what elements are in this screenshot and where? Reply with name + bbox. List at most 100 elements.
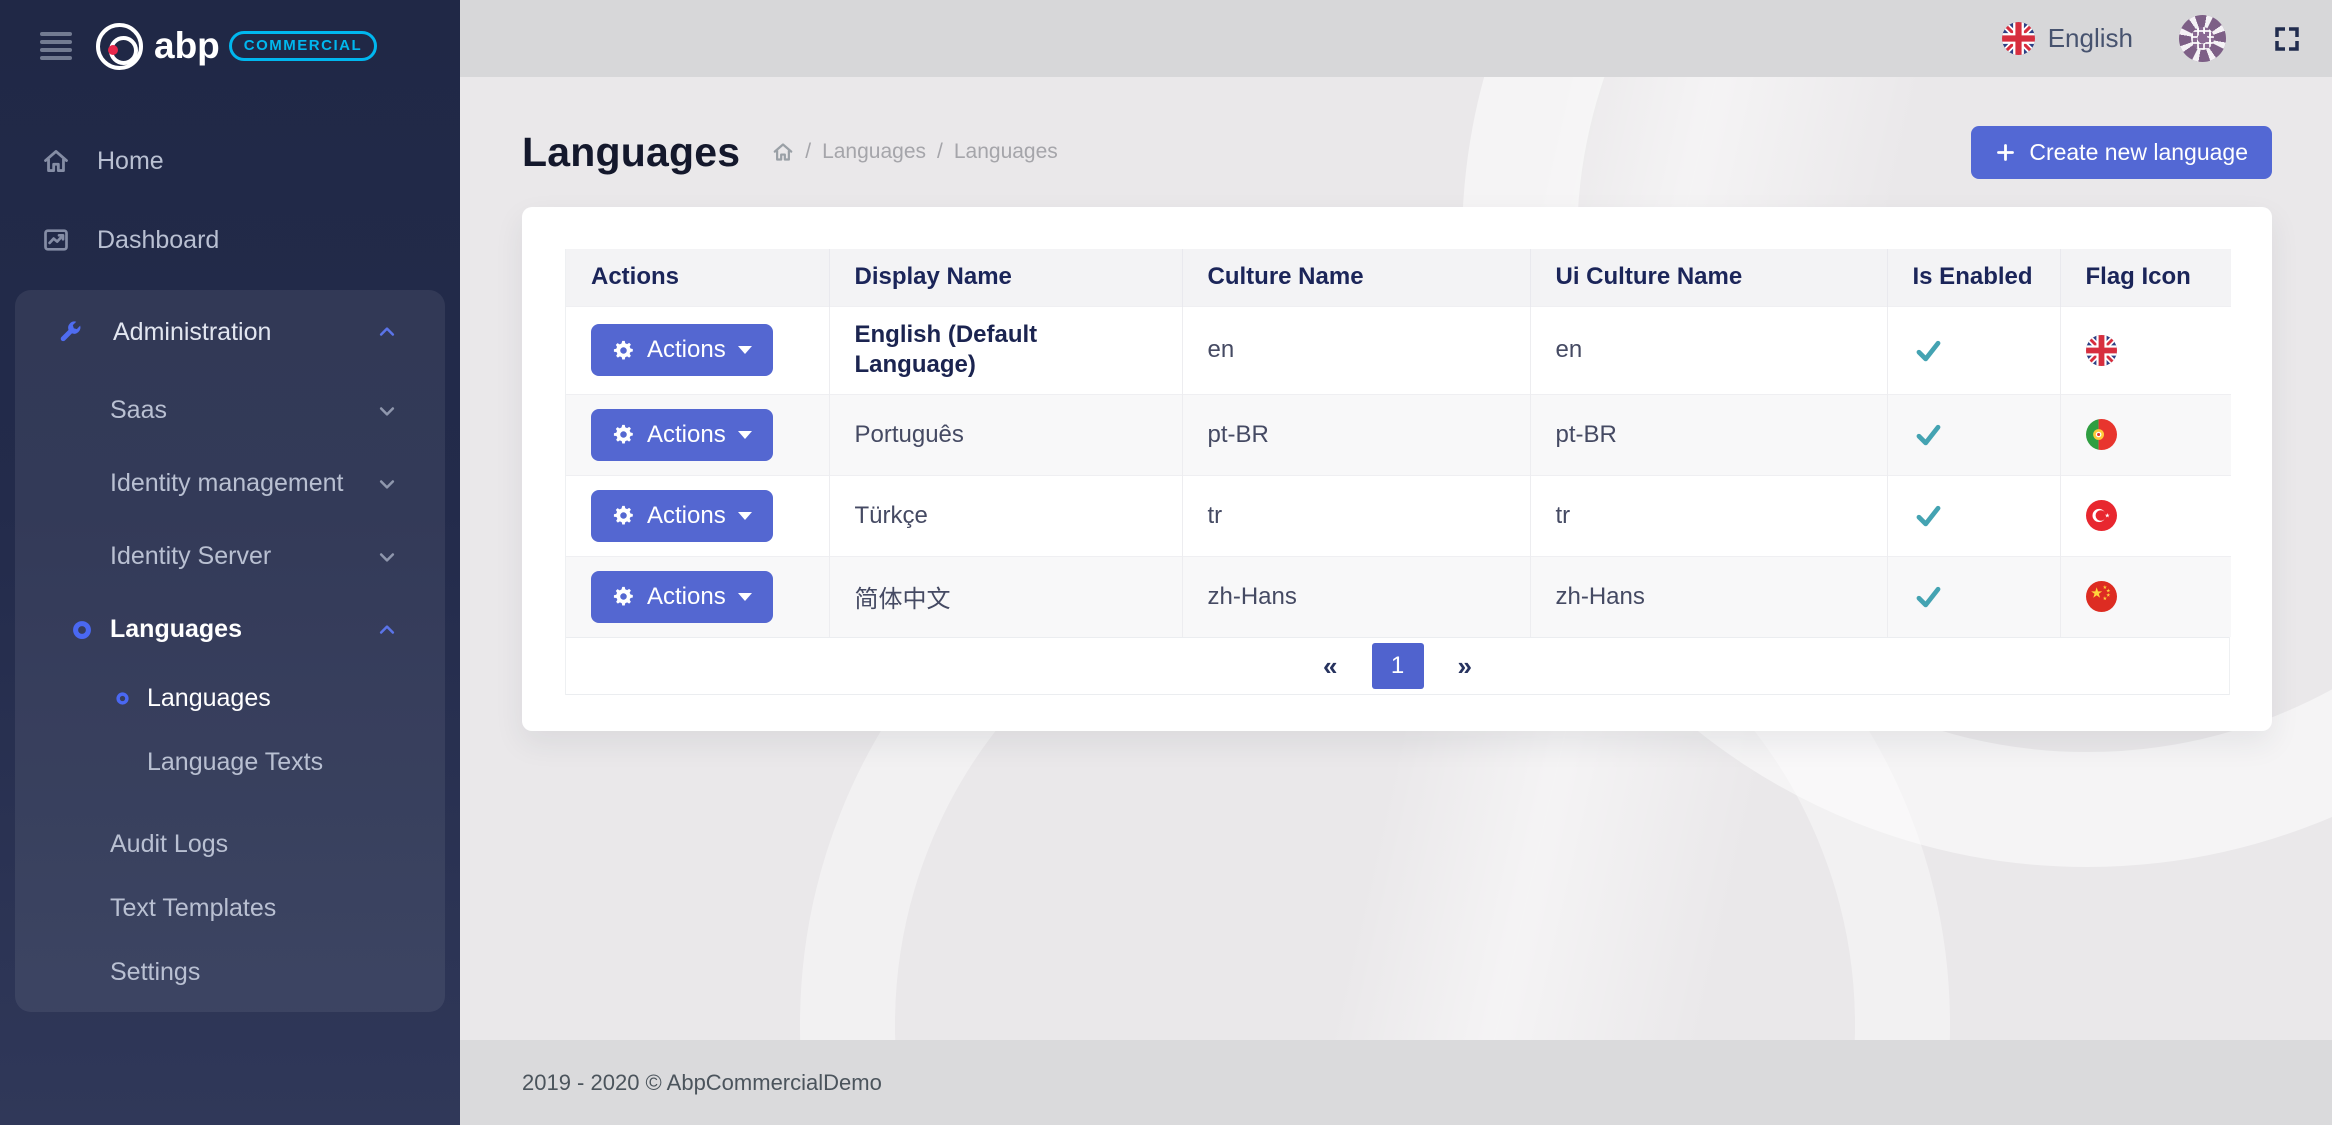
sidebar-item-label: Saas	[110, 396, 167, 425]
sidebar-item-language-texts[interactable]: Language Texts	[15, 730, 445, 794]
circle-dot-icon	[71, 619, 93, 641]
enabled-check-icon	[1913, 337, 1944, 364]
ui-culture-name-cell: zh-Hans	[1530, 556, 1887, 637]
sidebar-item-label: Languages	[147, 684, 271, 713]
gear-icon	[612, 504, 635, 527]
row-actions-button[interactable]: Actions	[591, 324, 773, 376]
chevron-down-icon	[377, 401, 397, 421]
table-row: Actions 简体中文 zh-Hans zh-Hans	[566, 556, 2231, 637]
enabled-check-icon	[1913, 502, 1944, 529]
row-actions-button[interactable]: Actions	[591, 571, 773, 623]
dashboard-chart-icon	[42, 226, 70, 254]
chevron-up-icon	[377, 322, 397, 342]
sidebar-item-home[interactable]: Home	[0, 132, 460, 190]
caret-down-icon	[738, 431, 752, 439]
breadcrumb-home-icon[interactable]	[772, 141, 794, 163]
sidebar-item-settings[interactable]: Settings	[15, 940, 445, 1004]
languages-card: Actions Display Name Culture Name Ui Cul…	[522, 207, 2272, 731]
actions-button-label: Actions	[647, 336, 726, 364]
gear-icon	[612, 585, 635, 608]
table-header-row: Actions Display Name Culture Name Ui Cul…	[566, 249, 2231, 306]
uk-flag-icon	[2002, 22, 2035, 55]
sidebar-item-label: Settings	[110, 958, 200, 987]
sidebar-item-dashboard[interactable]: Dashboard	[0, 211, 460, 269]
sidebar-item-label: Administration	[113, 318, 271, 347]
nav-divider	[15, 794, 445, 812]
china-flag-icon	[2086, 581, 2117, 612]
sidebar-item-label: Text Templates	[110, 894, 276, 923]
administration-group: Administration Saas Identity management …	[15, 290, 445, 1012]
page-footer: 2019 - 2020 © AbpCommercialDemo	[460, 1040, 2332, 1125]
ui-culture-name-cell: tr	[1530, 475, 1887, 556]
caret-down-icon	[738, 512, 752, 520]
sidebar-item-audit-logs[interactable]: Audit Logs	[15, 812, 445, 876]
culture-name-cell: pt-BR	[1182, 394, 1530, 475]
sidebar-nav: Home Dashboard Administration Saas Ident…	[0, 92, 460, 1012]
pagination-page-1[interactable]: 1	[1372, 643, 1424, 689]
sidebar-item-identity-management[interactable]: Identity management	[15, 447, 445, 520]
display-name-cell: 简体中文	[829, 556, 1182, 637]
page-title: Languages	[522, 129, 740, 176]
breadcrumb-item[interactable]: Languages	[822, 140, 926, 164]
caret-down-icon	[738, 593, 752, 601]
enabled-check-icon	[1913, 583, 1944, 610]
chevron-up-icon	[377, 620, 397, 640]
column-header-flag-icon: Flag Icon	[2060, 249, 2231, 306]
sidebar-item-label: Identity Server	[110, 542, 271, 571]
plus-icon	[1995, 142, 2016, 163]
sidebar-item-languages-group[interactable]: Languages	[15, 593, 445, 666]
gear-icon	[612, 339, 635, 362]
culture-name-cell: en	[1182, 306, 1530, 394]
sidebar-item-label: Audit Logs	[110, 830, 228, 859]
uk-flag-icon	[2086, 335, 2117, 366]
breadcrumb-separator: /	[805, 140, 811, 164]
table-row: Actions English (Default Language) en en	[566, 306, 2231, 394]
sidebar-item-administration[interactable]: Administration	[15, 290, 445, 374]
column-header-ui-culture-name: Ui Culture Name	[1530, 249, 1887, 306]
main-content: Languages / Languages / Languages Create…	[460, 77, 2332, 1040]
column-header-culture-name: Culture Name	[1182, 249, 1530, 306]
pagination-prev-button[interactable]: «	[1323, 651, 1337, 682]
sidebar-item-label: Languages	[110, 615, 242, 644]
brand-logo[interactable]: abp COMMERCIAL	[96, 23, 377, 70]
breadcrumb-separator: /	[937, 140, 943, 164]
table-row: Actions Türkçe tr tr	[566, 475, 2231, 556]
page-header: Languages / Languages / Languages Create…	[522, 117, 2272, 187]
sidebar-item-label: Identity management	[110, 469, 343, 498]
column-header-display-name: Display Name	[829, 249, 1182, 306]
menu-toggle-icon[interactable]	[40, 32, 72, 60]
create-button-label: Create new language	[2029, 139, 2248, 166]
circle-dot-icon	[115, 691, 130, 706]
sidebar-item-languages[interactable]: Languages	[15, 666, 445, 730]
sidebar-item-label: Language Texts	[147, 748, 323, 777]
sidebar-item-text-templates[interactable]: Text Templates	[15, 876, 445, 940]
wrench-icon	[57, 319, 83, 345]
display-name-cell: Türkçe	[829, 475, 1182, 556]
ui-culture-name-cell: en	[1530, 306, 1887, 394]
languages-table-wrap: Actions Display Name Culture Name Ui Cul…	[565, 249, 2230, 695]
pagination: « 1 »	[566, 637, 2229, 695]
display-name-cell: English (Default Language)	[829, 306, 1182, 394]
chevron-down-icon	[377, 474, 397, 494]
sidebar: abp COMMERCIAL Home Dashboard Administra…	[0, 0, 460, 1125]
home-icon	[42, 147, 70, 175]
breadcrumb-item[interactable]: Languages	[954, 140, 1058, 164]
row-actions-button[interactable]: Actions	[591, 490, 773, 542]
breadcrumb: / Languages / Languages	[772, 140, 1058, 164]
chevron-down-icon	[377, 547, 397, 567]
copyright-text: 2019 - 2020 © AbpCommercialDemo	[522, 1070, 882, 1096]
sidebar-item-identity-server[interactable]: Identity Server	[15, 520, 445, 593]
sidebar-item-saas[interactable]: Saas	[15, 374, 445, 447]
create-new-language-button[interactable]: Create new language	[1971, 126, 2272, 179]
culture-name-cell: zh-Hans	[1182, 556, 1530, 637]
caret-down-icon	[738, 346, 752, 354]
language-selector[interactable]: English	[2002, 22, 2133, 55]
user-avatar[interactable]	[2179, 15, 2226, 62]
table-row: Actions Português pt-BR pt-BR	[566, 394, 2231, 475]
pagination-next-button[interactable]: »	[1458, 651, 1472, 682]
row-actions-button[interactable]: Actions	[591, 409, 773, 461]
enabled-check-icon	[1913, 421, 1944, 448]
column-header-actions: Actions	[566, 249, 829, 306]
abp-logo-icon	[96, 23, 143, 70]
fullscreen-icon[interactable]	[2272, 24, 2302, 54]
